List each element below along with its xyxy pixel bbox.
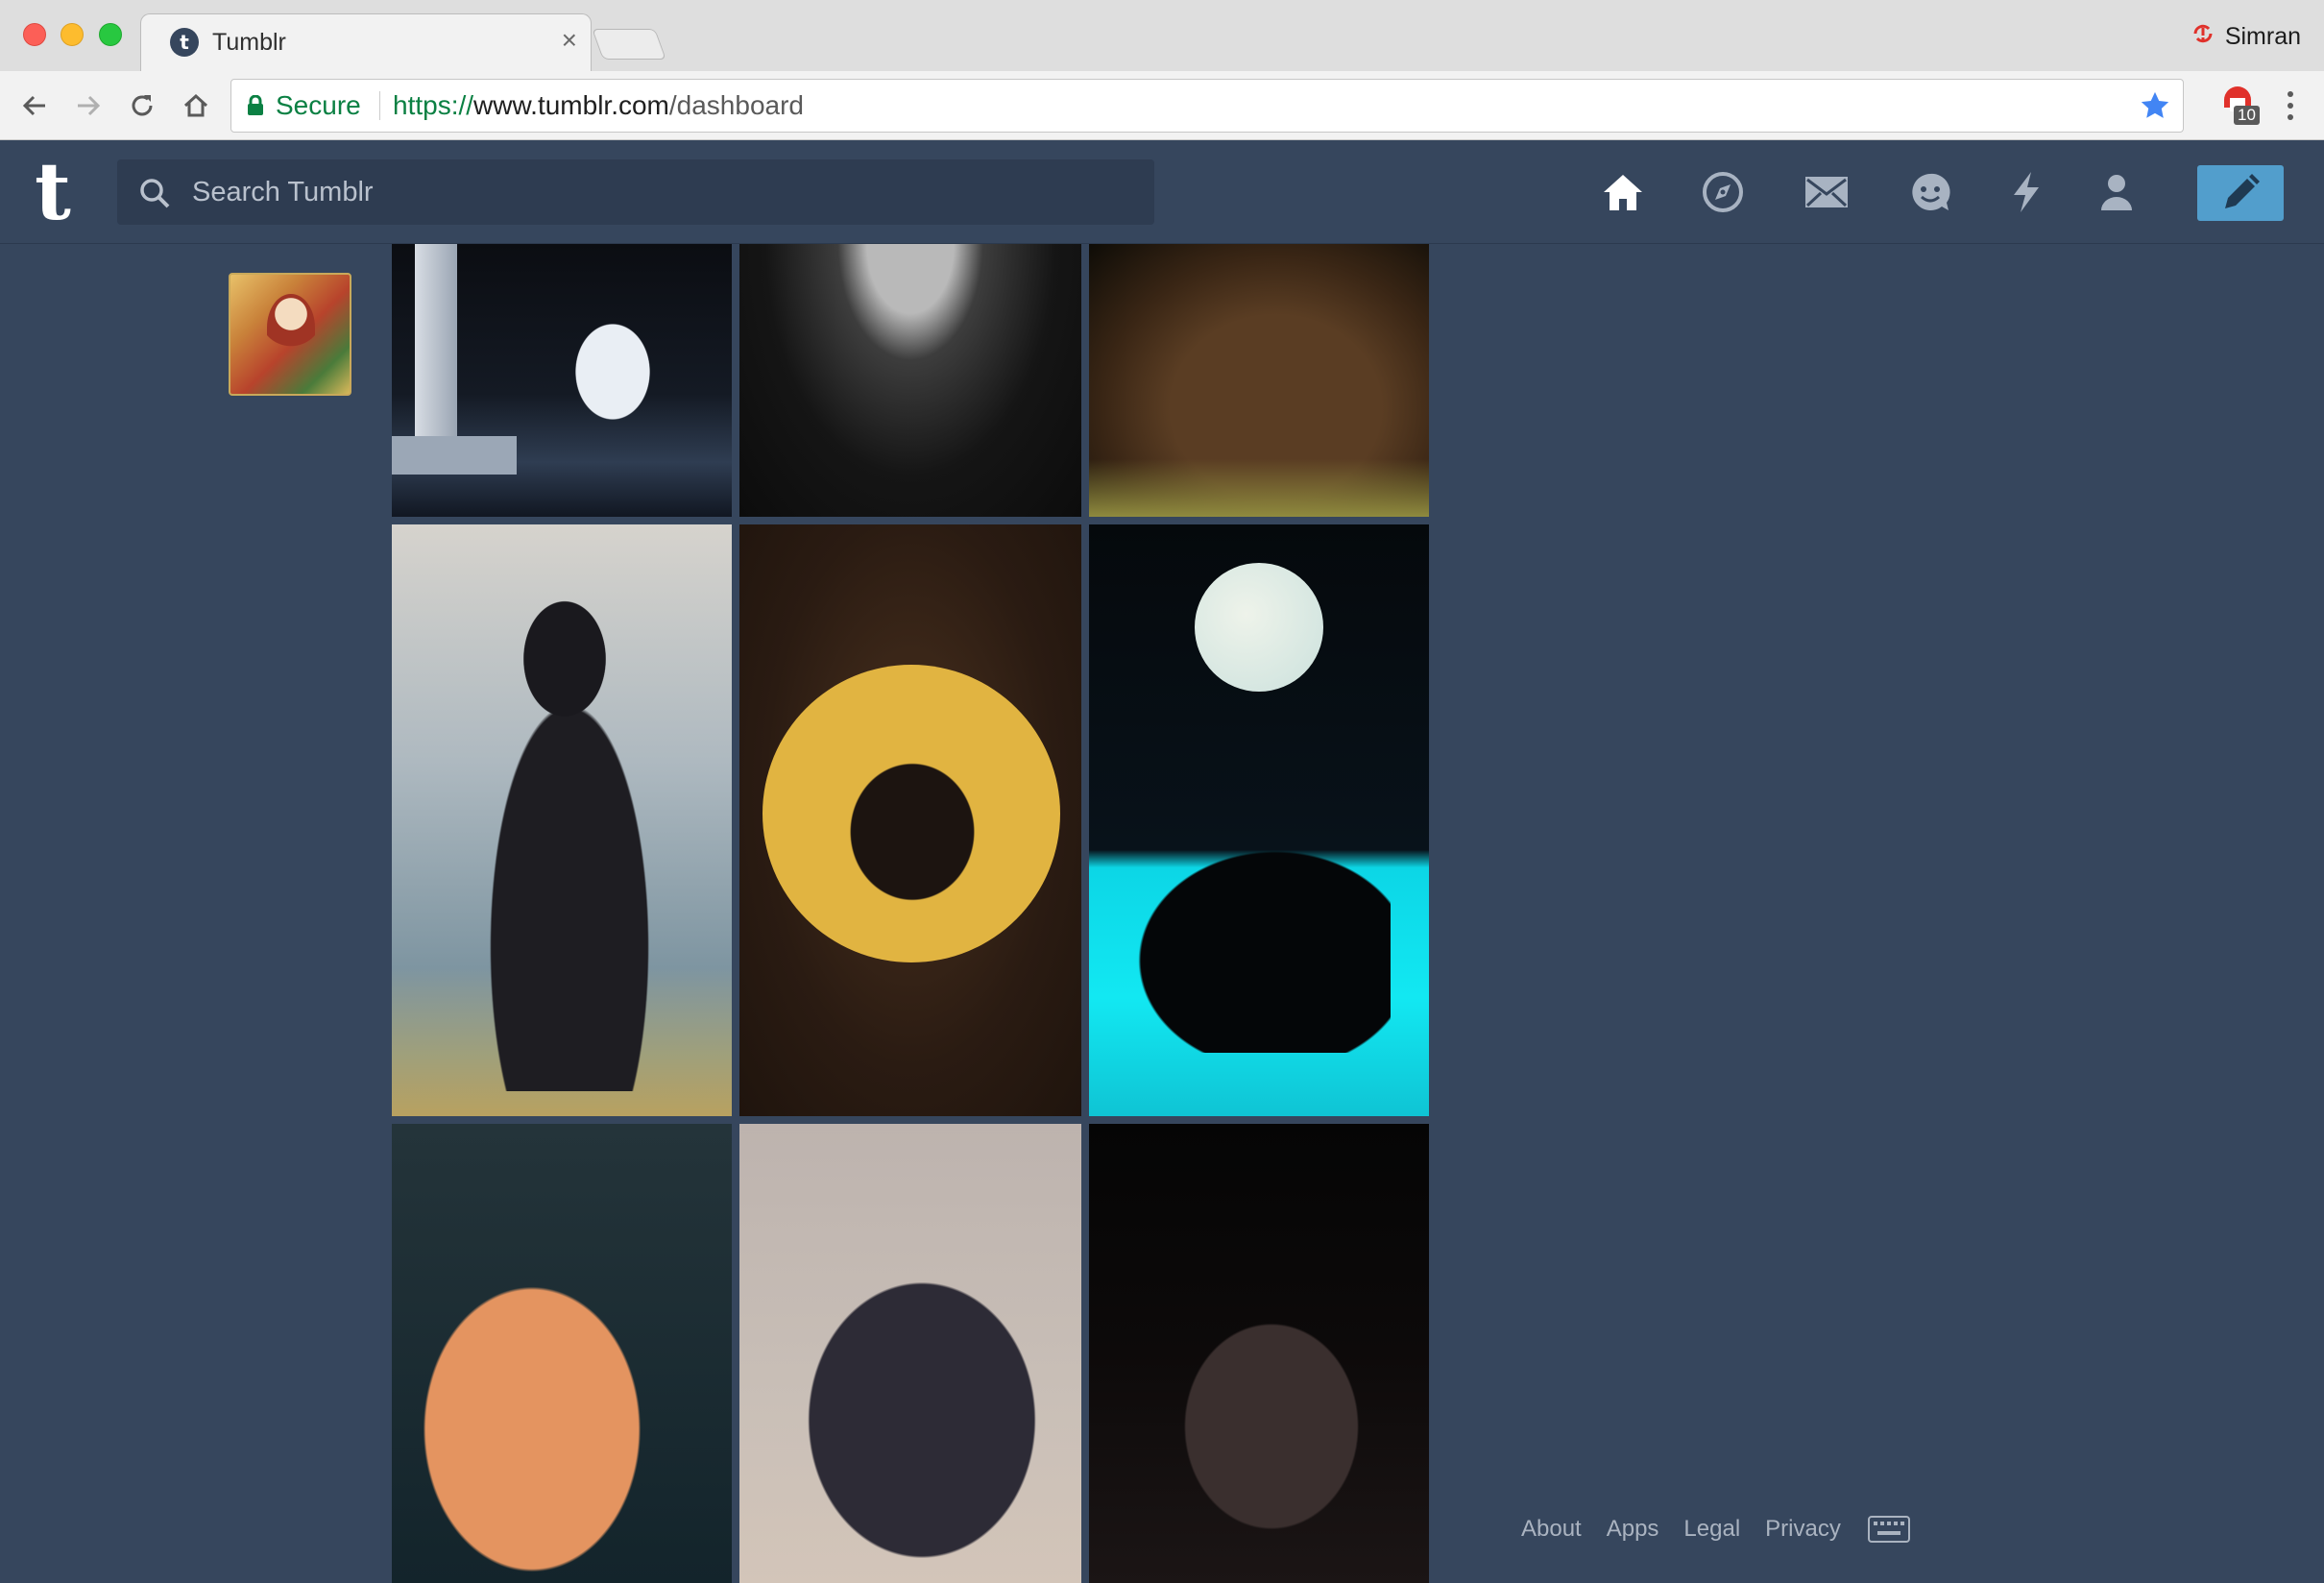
footer-legal-link[interactable]: Legal (1683, 1516, 1740, 1543)
reload-icon (132, 95, 153, 116)
photo-post-orange-deer[interactable] (392, 1124, 732, 1583)
pencil-icon (2225, 174, 2260, 208)
bookmark-star-icon[interactable] (2139, 89, 2171, 127)
photo-post-wolf-moon[interactable] (1089, 524, 1429, 1116)
url-path: /dashboard (668, 90, 804, 120)
new-tab-button[interactable] (592, 29, 666, 60)
forward-button[interactable] (69, 86, 108, 125)
photo-post-hooded-figure[interactable] (739, 1124, 1081, 1583)
explore-icon[interactable] (1698, 167, 1748, 217)
activity-icon[interactable] (2001, 167, 2051, 217)
tab-title: Tumblr (212, 29, 286, 56)
url-host: www.tumblr.com (473, 90, 669, 120)
sync-error-icon (2191, 21, 2215, 52)
close-window-button[interactable] (23, 23, 46, 46)
messaging-icon[interactable] (1905, 167, 1955, 217)
minimize-window-button[interactable] (61, 23, 84, 46)
url-text[interactable]: https://www.tumblr.com/dashboard (393, 80, 804, 132)
photo-post-lion[interactable] (739, 244, 1081, 517)
photo-post-white-deer[interactable] (392, 244, 732, 517)
secure-indicator[interactable]: Secure (247, 80, 361, 132)
footer-links: About Apps Legal Privacy (1521, 1516, 1910, 1543)
browser-tab[interactable]: t Tumblr × (140, 13, 592, 71)
search-icon (140, 179, 170, 208)
home-icon[interactable] (1598, 167, 1648, 217)
browser-tabstrip: t Tumblr × Simran (0, 0, 2324, 71)
profile-name: Simran (2224, 22, 2301, 50)
address-divider (379, 91, 380, 120)
arrow-left-icon (22, 95, 45, 116)
browser-menu-icon[interactable] (2276, 85, 2305, 127)
extension-badge: 10 (2234, 106, 2260, 125)
lock-icon (248, 95, 263, 115)
avatar[interactable] (229, 273, 351, 396)
url-scheme: https:// (393, 90, 474, 120)
browser-toolbar: Secure https://www.tumblr.com/dashboard … (0, 71, 2324, 140)
home-page-button[interactable] (177, 86, 215, 125)
extension-button[interactable]: 10 (2220, 83, 2263, 129)
house-outline-icon (183, 93, 208, 117)
tumblr-logo[interactable]: t (35, 153, 71, 231)
photo-post-dark-creature[interactable] (1089, 1124, 1429, 1583)
tumblr-favicon-icon: t (170, 28, 199, 57)
keyboard-icon[interactable] (1867, 1516, 1910, 1543)
photo-post-fox-sun[interactable] (739, 524, 1081, 1116)
secure-label: Secure (276, 90, 361, 120)
footer-apps-link[interactable]: Apps (1607, 1516, 1659, 1543)
address-bar[interactable]: Secure https://www.tumblr.com/dashboard (230, 79, 2184, 133)
account-icon[interactable] (2092, 167, 2142, 217)
profile-button[interactable]: Simran (2191, 21, 2301, 52)
tumblr-header: t (0, 140, 2324, 244)
reload-button[interactable] (123, 86, 161, 125)
footer-about-link[interactable]: About (1521, 1516, 1582, 1543)
maximize-window-button[interactable] (99, 23, 122, 46)
photo-grid (392, 244, 1429, 1583)
photo-post-sleeping-beast[interactable] (1089, 244, 1429, 517)
arrow-right-icon (78, 95, 101, 116)
footer-privacy-link[interactable]: Privacy (1765, 1516, 1841, 1543)
compose-button[interactable] (2197, 165, 2284, 221)
search-input[interactable] (192, 159, 1133, 225)
tab-close-icon[interactable]: × (562, 25, 577, 55)
search-box[interactable] (117, 159, 1154, 225)
photo-post-black-wolf[interactable] (392, 524, 732, 1116)
inbox-icon[interactable] (1802, 167, 1852, 217)
back-button[interactable] (15, 86, 54, 125)
